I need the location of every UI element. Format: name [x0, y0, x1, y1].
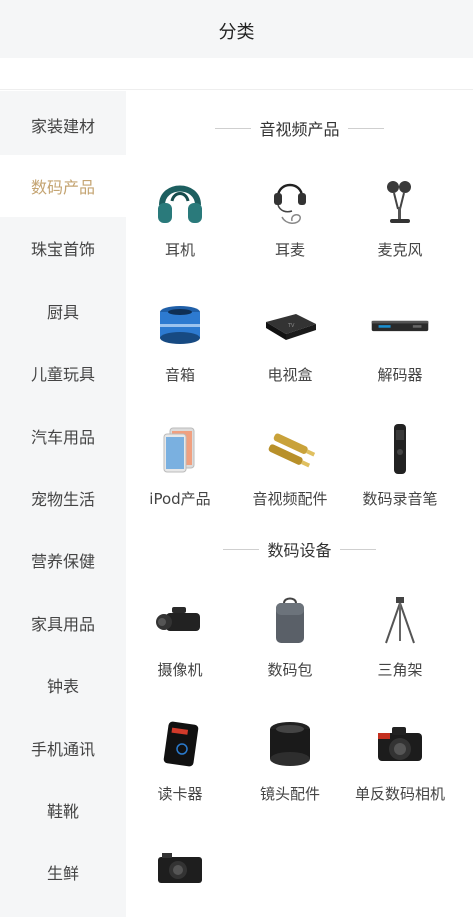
camcorder-icon	[150, 591, 210, 651]
category-item-label: 音视频配件	[252, 490, 328, 508]
speaker-icon	[150, 296, 210, 356]
category-item[interactable]	[126, 839, 234, 917]
category-item[interactable]: 音箱	[126, 296, 234, 406]
category-item-label: 音箱	[164, 366, 195, 384]
category-item-label: 数码包	[267, 661, 313, 679]
decoder-icon	[370, 296, 430, 356]
svg-text:TV: TV	[287, 323, 295, 329]
divider	[347, 127, 384, 129]
category-item-label: 麦克风	[377, 241, 423, 259]
divider	[215, 127, 252, 129]
tripod-icon	[370, 591, 430, 651]
headset-icon	[260, 171, 320, 231]
category-item[interactable]: 音视频配件	[236, 420, 344, 530]
headphones-icon	[150, 171, 210, 231]
av-cable-icon	[260, 420, 320, 480]
category-item-label: 耳机	[164, 241, 195, 259]
category-item[interactable]: 耳麦	[236, 171, 344, 281]
category-sidebar: 家装建材 数码产品 珠宝首饰 厨具 儿童玩具 汽车用品 宠物生活 营养保健 家具…	[0, 91, 126, 917]
sidebar-item-label: 家装建材	[30, 117, 95, 136]
category-item[interactable]: 镜头配件	[236, 715, 344, 825]
category-item-label: 三角架	[377, 661, 423, 679]
category-item-label: 读卡器	[157, 785, 203, 803]
sidebar-item-label: 数码产品	[30, 178, 95, 197]
category-item-label: 耳麦	[274, 241, 305, 259]
sidebar-item-phones[interactable]: 手机通讯	[0, 717, 126, 779]
category-content: 音视频产品 耳机 耳麦 麦克风 音箱 TV 电视盒 解码器 iPod产品 音视频…	[126, 91, 473, 917]
category-item-label: 解码器	[377, 366, 423, 384]
compact-camera-icon	[150, 839, 210, 899]
divider	[223, 548, 260, 550]
section-title-text: 音视频产品	[259, 120, 340, 139]
sidebar-item-digital[interactable]: 数码产品	[0, 155, 126, 217]
category-item[interactable]: TV 电视盒	[236, 296, 344, 406]
category-item[interactable]: 摄像机	[126, 591, 234, 701]
category-item[interactable]: 数码录音笔	[346, 420, 454, 530]
sidebar-item-label: 家具用品	[30, 615, 95, 634]
category-item-label: 镜头配件	[259, 785, 320, 803]
sidebar-item-toys[interactable]: 儿童玩具	[0, 342, 126, 404]
sidebar-item-label: 钟表	[46, 677, 79, 696]
sidebar-item-label: 手机通讯	[30, 740, 95, 759]
sidebar-item-watches[interactable]: 钟表	[0, 654, 126, 716]
sidebar-item-health[interactable]: 营养保健	[0, 529, 126, 591]
section-title-text: 数码设备	[267, 541, 332, 560]
sidebar-item-home-building[interactable]: 家装建材	[0, 94, 126, 156]
sidebar-item-fresh[interactable]: 生鲜	[0, 841, 126, 903]
sidebar-item-auto[interactable]: 汽车用品	[0, 405, 126, 467]
category-item[interactable]: 单反数码相机	[346, 715, 454, 825]
category-item[interactable]: 耳机	[126, 171, 234, 281]
category-item[interactable]: 三角架	[346, 591, 454, 701]
top-bar: 分类	[0, 0, 473, 58]
sidebar-item-label: 鞋靴	[46, 802, 79, 821]
page-title: 分类	[218, 22, 255, 43]
divider	[339, 548, 376, 550]
sidebar-item-label: 营养保健	[30, 552, 95, 571]
sidebar-item-label: 厨具	[46, 303, 79, 322]
microphone-icon	[370, 171, 430, 231]
sidebar-item-label: 珠宝首饰	[30, 240, 95, 259]
card-reader-icon	[150, 715, 210, 775]
lens-icon	[260, 715, 320, 775]
category-item-label: 单反数码相机	[354, 785, 445, 803]
tv-box-icon: TV	[260, 296, 320, 356]
voice-recorder-icon	[370, 420, 430, 480]
sidebar-item-shoes[interactable]: 鞋靴	[0, 779, 126, 841]
dslr-camera-icon	[370, 715, 430, 775]
sidebar-item-pets[interactable]: 宠物生活	[0, 467, 126, 529]
category-item-label: iPod产品	[149, 490, 211, 508]
category-item[interactable]: 读卡器	[126, 715, 234, 825]
section-title-digital-devices: 数码设备	[126, 537, 473, 561]
category-item[interactable]: 数码包	[236, 591, 344, 701]
camera-bag-icon	[260, 591, 320, 651]
sidebar-item-label: 生鲜	[46, 864, 79, 883]
sidebar-item-label: 儿童玩具	[30, 365, 95, 384]
sidebar-item-furniture[interactable]: 家具用品	[0, 592, 126, 654]
section-title-audio-video: 音视频产品	[126, 116, 473, 140]
category-item[interactable]: 麦克风	[346, 171, 454, 281]
sidebar-item-jewelry[interactable]: 珠宝首饰	[0, 217, 126, 279]
header-spacer	[0, 58, 473, 90]
category-item-label: 电视盒	[267, 366, 313, 384]
category-item[interactable]: iPod产品	[126, 420, 234, 530]
category-item[interactable]: 解码器	[346, 296, 454, 406]
category-item-label: 数码录音笔	[362, 490, 438, 508]
sidebar-item-kitchen[interactable]: 厨具	[0, 280, 126, 342]
category-item-label: 摄像机	[157, 661, 203, 679]
sidebar-item-label: 宠物生活	[30, 490, 95, 509]
ipod-icon	[150, 420, 210, 480]
sidebar-item-label: 汽车用品	[30, 428, 95, 447]
